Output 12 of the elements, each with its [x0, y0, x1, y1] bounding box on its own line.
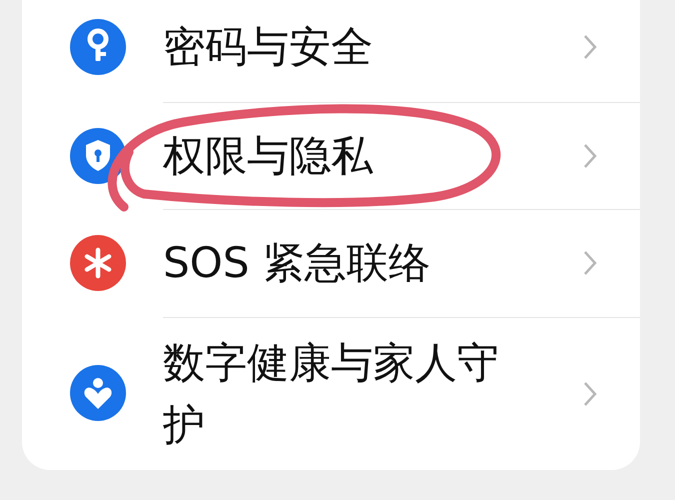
settings-row[interactable]: 密码与安全	[22, 0, 640, 102]
row-label: 数字健康与家人守护	[163, 336, 500, 451]
settings-row[interactable]: 权限与隐私	[22, 102, 640, 210]
row-label: SOS 紧急联络	[163, 237, 432, 290]
chevron-icon	[583, 34, 597, 60]
chevron-icon	[583, 143, 597, 170]
row-label: 密码与安全	[163, 20, 374, 73]
settings-row[interactable]: SOS 紧急联络	[22, 209, 640, 317]
chevron-icon	[583, 250, 597, 276]
settings-row[interactable]: 数字健康与家人守护	[22, 316, 640, 470]
chevron-icon	[583, 380, 597, 407]
row-label: 权限与隐私	[163, 130, 374, 182]
